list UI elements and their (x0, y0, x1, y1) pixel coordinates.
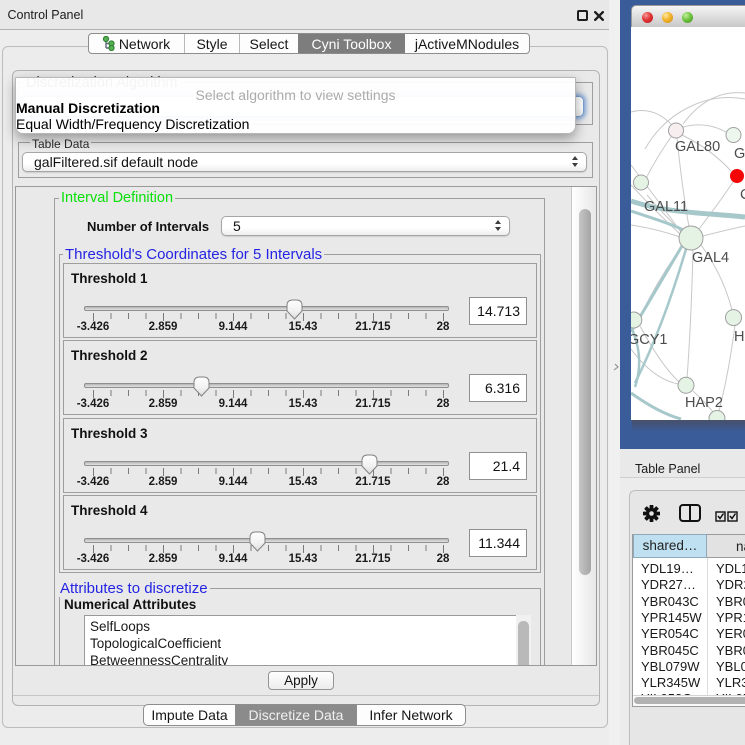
svg-text:CY: CY (740, 187, 745, 203)
svg-text:HAP2: HAP2 (685, 395, 723, 411)
svg-text:GCY1: GCY1 (631, 332, 668, 348)
svg-text:GAL11: GAL11 (644, 199, 688, 215)
svg-text:GAL4: GAL4 (692, 250, 729, 266)
svg-text:GAL80: GAL80 (675, 139, 720, 155)
svg-text:GA: GA (734, 146, 745, 162)
svg-text:HI: HI (734, 329, 745, 345)
